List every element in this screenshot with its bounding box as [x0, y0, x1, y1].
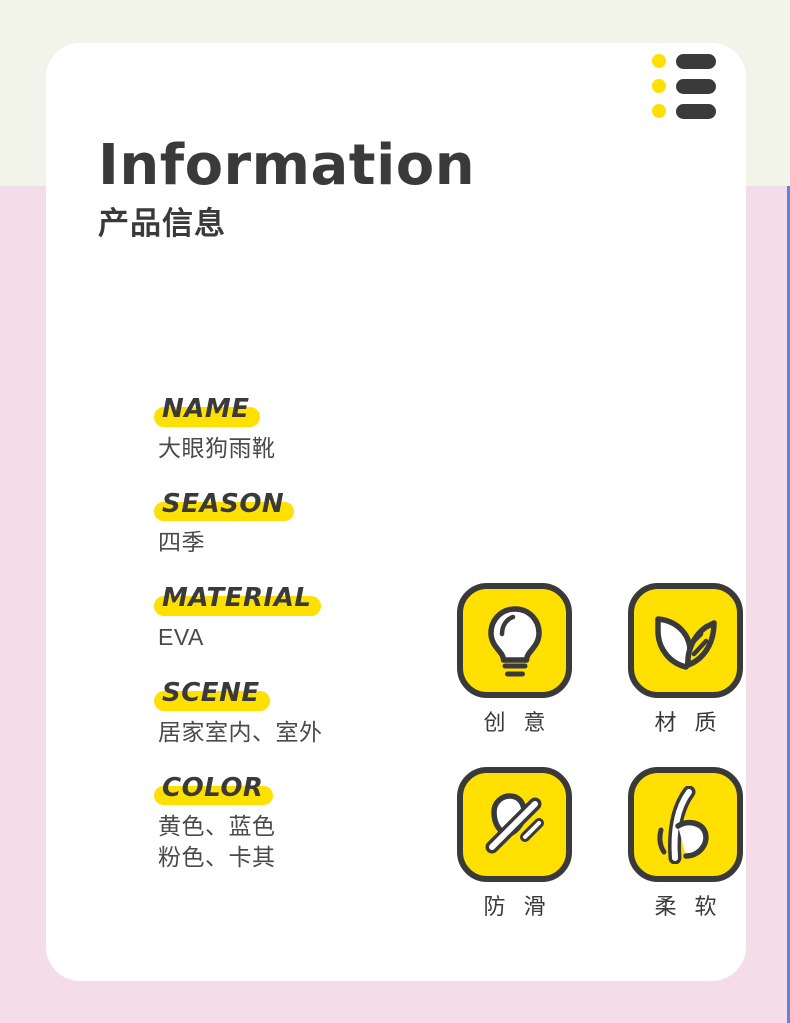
spec-item-material: MATERIAL EVA [153, 583, 428, 653]
spec-key-label: SCENE [162, 677, 260, 708]
list-bar-icon [676, 78, 716, 94]
spec-key-label: MATERIAL [162, 583, 312, 614]
spec-value: 四季 [158, 527, 428, 558]
spec-key: NAME [154, 394, 260, 427]
page-title-cn: 产品信息 [98, 206, 226, 241]
feature-label: 创 意 [483, 710, 552, 735]
spec-item-color: COLOR 黄色、蓝色 粉色、卡其 [153, 772, 428, 874]
spec-key-label: NAME [162, 394, 250, 424]
spec-item-scene: SCENE 居家室内、室外 [154, 677, 428, 748]
spec-key: MATERIAL [153, 583, 322, 616]
spec-value: EVA [158, 622, 428, 653]
feature-grid: 创 意 材 质 防 滑 柔 软 [450, 583, 750, 919]
flexible-icon [653, 785, 719, 864]
spec-value-line: EVA [158, 623, 204, 650]
page-title-en: Information [98, 133, 476, 198]
spec-key: SCENE [154, 677, 270, 711]
list-icon-row [652, 51, 718, 71]
spec-value-line: 四季 [158, 529, 205, 556]
feature-label: 防 滑 [483, 894, 552, 920]
list-dot-icon [652, 79, 666, 93]
spec-item-name: NAME 大眼狗雨靴 [154, 394, 428, 464]
spec-value-line: 粉色、卡其 [158, 844, 276, 871]
list-bar-icon [676, 53, 716, 69]
leaf-icon [648, 609, 724, 673]
spec-value: 大眼狗雨靴 [158, 433, 428, 464]
spec-key: SEASON [153, 488, 295, 521]
spec-value: 居家室内、室外 [158, 717, 428, 748]
spec-value: 黄色、蓝色 粉色、卡其 [158, 811, 428, 873]
list-icon[interactable] [652, 51, 718, 119]
spec-key-label: SEASON [162, 488, 285, 519]
feature-label: 材 质 [654, 710, 723, 735]
list-icon-row [652, 101, 718, 121]
feature-tile[interactable] [628, 767, 743, 883]
feature-item-material: 材 质 [621, 583, 750, 735]
info-card: Information 产品信息 NAME 大眼狗雨靴 SEASON 四季 MA… [46, 43, 746, 981]
feature-label: 柔 软 [654, 894, 723, 920]
anti-slip-icon [480, 790, 550, 860]
list-dot-icon [652, 104, 666, 118]
spec-value-line: 黄色、蓝色 [158, 813, 276, 840]
feature-item-soft: 柔 软 [621, 767, 750, 919]
list-bar-icon [676, 103, 716, 119]
spec-key-label: COLOR [162, 772, 264, 803]
list-dot-icon [652, 54, 666, 68]
feature-tile[interactable] [628, 583, 743, 698]
spec-list: NAME 大眼狗雨靴 SEASON 四季 MATERIAL EVA SCENE … [153, 394, 428, 874]
spec-value-line: 大眼狗雨靴 [158, 434, 276, 461]
spec-value-line: 居家室内、室外 [158, 718, 323, 745]
lightbulb-icon [483, 603, 547, 679]
feature-item-creative: 创 意 [450, 583, 579, 735]
spec-key: COLOR [153, 772, 274, 805]
spec-item-season: SEASON 四季 [153, 488, 428, 559]
feature-tile[interactable] [457, 583, 572, 698]
feature-item-anti-slip: 防 滑 [450, 767, 579, 919]
card-header: Information 产品信息 [98, 133, 708, 241]
list-icon-row [652, 76, 718, 96]
feature-tile[interactable] [457, 767, 572, 883]
